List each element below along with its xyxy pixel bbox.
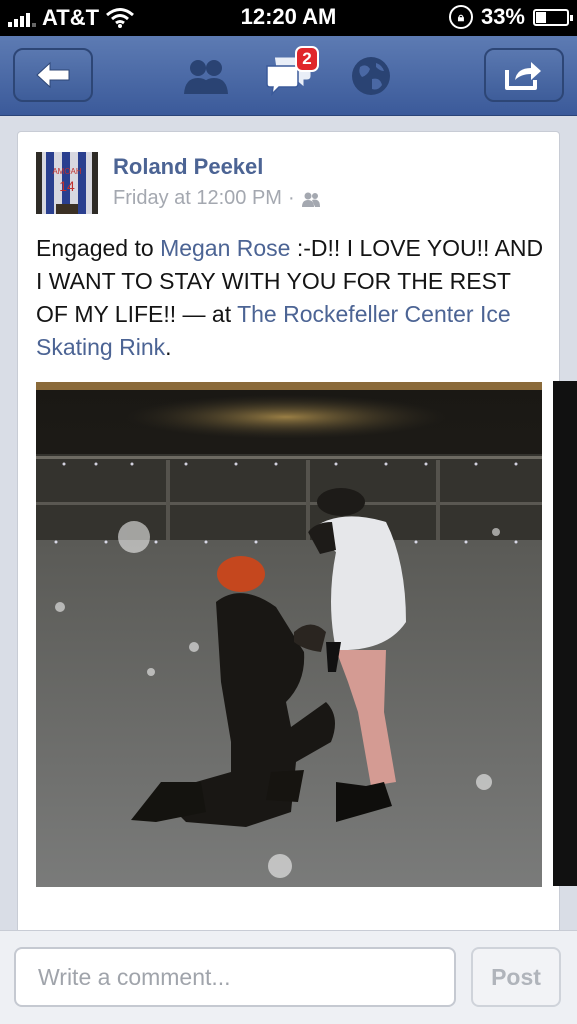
status-bar: AT&T 12:20 AM 🔒︎ 33% xyxy=(0,0,577,36)
comment-bar: Post xyxy=(0,930,577,1024)
avatar-image: AMOAH 14 xyxy=(36,152,98,214)
photo-image xyxy=(36,382,542,887)
share-button[interactable] xyxy=(484,48,564,102)
meta-separator: · xyxy=(287,187,295,209)
avatar-jersey-number: 14 xyxy=(59,178,75,194)
next-photo-peek[interactable] xyxy=(553,381,577,886)
nav-bar: 2 xyxy=(0,36,577,116)
globe-icon[interactable] xyxy=(350,55,392,97)
back-button[interactable] xyxy=(13,48,93,102)
battery-fill xyxy=(536,11,546,23)
battery-icon xyxy=(533,8,573,26)
post-timestamp[interactable]: Friday at 12:00 PM xyxy=(113,187,282,210)
post-text-prefix: Engaged to xyxy=(36,235,161,261)
post-text: Engaged to Megan Rose :-D!! I LOVE YOU!!… xyxy=(36,232,546,364)
messages-badge: 2 xyxy=(295,46,319,72)
post-author[interactable]: Roland Peekel xyxy=(113,154,263,180)
avatar-jersey-name: AMOAH xyxy=(52,167,82,176)
post-card: AMOAH 14 Roland Peekel Friday at 12:00 P… xyxy=(17,131,560,941)
status-right: 🔒︎ 33% xyxy=(448,4,573,30)
friends-audience-icon xyxy=(301,192,320,207)
battery-percent: 33% xyxy=(480,4,525,29)
avatar[interactable]: AMOAH 14 xyxy=(36,152,98,214)
back-arrow-icon xyxy=(36,61,70,89)
tagged-person-link[interactable]: Megan Rose xyxy=(160,235,290,261)
post-text-suffix: . xyxy=(165,334,172,360)
share-icon xyxy=(505,62,541,90)
post-meta: Friday at 12:00 PM · xyxy=(113,187,321,210)
post-photo[interactable] xyxy=(36,382,542,887)
friend-requests-icon[interactable] xyxy=(181,56,231,96)
post-comment-button[interactable]: Post xyxy=(471,947,561,1007)
feed: AMOAH 14 Roland Peekel Friday at 12:00 P… xyxy=(0,116,577,941)
comment-input[interactable] xyxy=(14,947,456,1007)
messages-button[interactable]: 2 xyxy=(263,46,319,101)
rotation-lock-icon: 🔒︎ xyxy=(448,5,473,29)
